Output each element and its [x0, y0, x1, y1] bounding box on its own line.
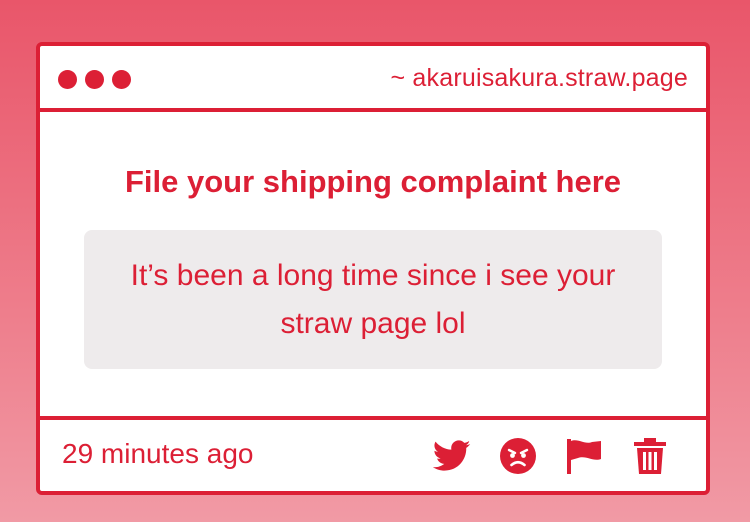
card-footer: 29 minutes ago	[40, 416, 706, 491]
note-card: ~ akaruisakura.straw.page File your ship…	[36, 42, 710, 495]
flag-icon[interactable]	[564, 436, 604, 476]
complaint-content: File your shipping complaint here It’s b…	[40, 112, 706, 416]
angry-face-icon[interactable]	[498, 436, 538, 476]
complaint-prompt: File your shipping complaint here	[124, 164, 622, 199]
message-text: It’s been a long time since i see your s…	[130, 258, 616, 340]
action-bar	[432, 436, 670, 476]
window-dots	[58, 70, 131, 89]
window-dot	[112, 70, 131, 89]
message-box: It’s been a long time since i see your s…	[84, 230, 662, 369]
window-dot	[85, 70, 104, 89]
twitter-icon[interactable]	[432, 436, 472, 476]
page-url[interactable]: ~ akaruisakura.straw.page	[390, 64, 688, 93]
trash-icon[interactable]	[630, 436, 670, 476]
title-bar: ~ akaruisakura.straw.page	[40, 46, 706, 112]
window-dot	[58, 70, 77, 89]
timestamp: 29 minutes ago	[62, 438, 254, 469]
